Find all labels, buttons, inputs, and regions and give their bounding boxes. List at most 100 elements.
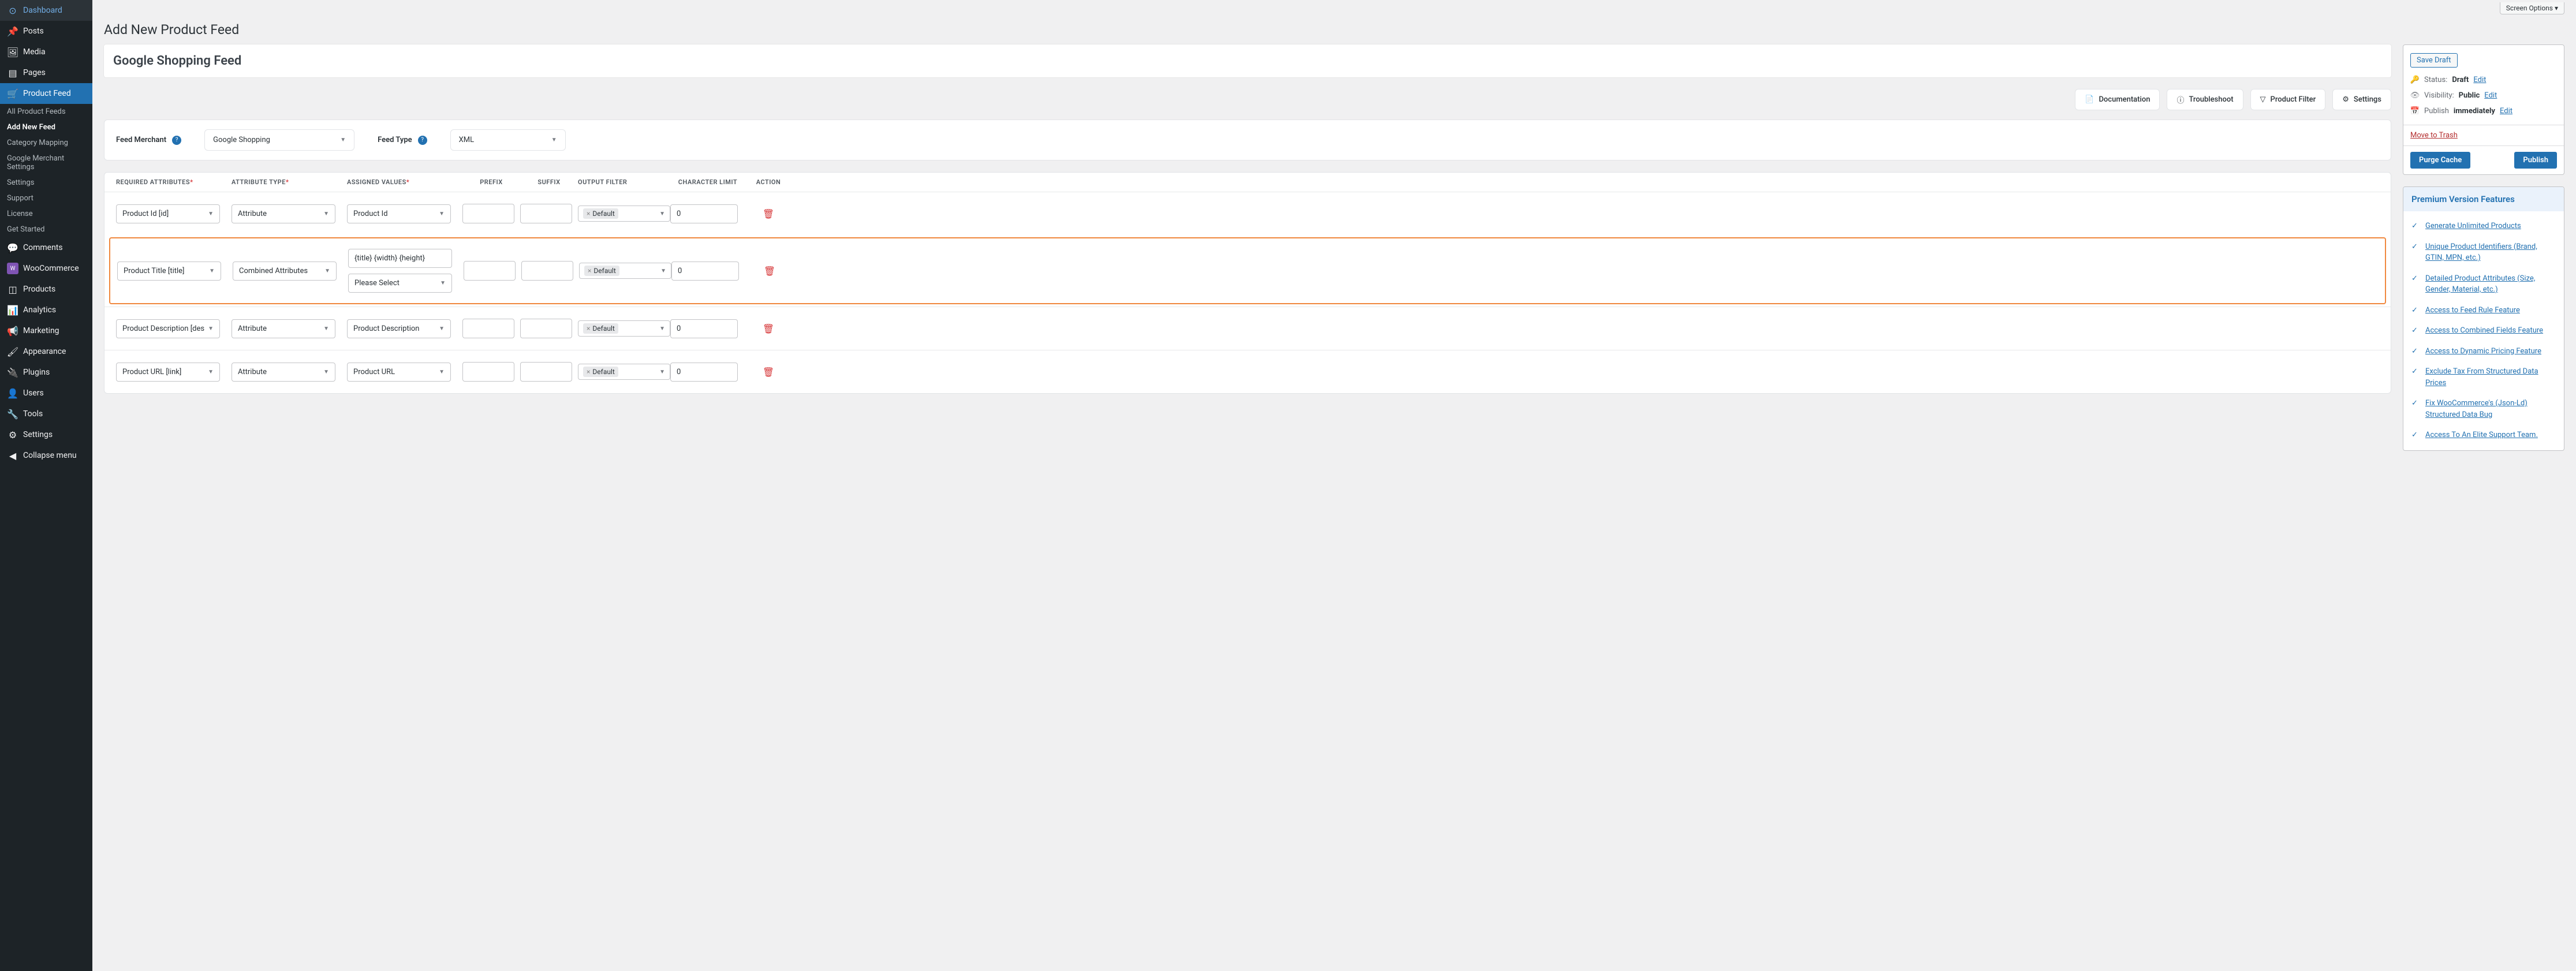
pages-icon: ▤ xyxy=(7,67,18,79)
prefix-input[interactable] xyxy=(462,204,514,223)
chevron-down-icon: ▼ xyxy=(551,137,557,143)
sidebar-item-dashboard[interactable]: ⊙Dashboard xyxy=(0,0,92,21)
assigned-value-select[interactable]: Product Id▼ xyxy=(347,204,451,223)
edit-visibility-link[interactable]: Edit xyxy=(2484,91,2497,100)
char-limit-input[interactable]: 0 xyxy=(670,363,738,382)
eye-icon: 👁 xyxy=(2410,91,2420,100)
calendar-icon: 📅 xyxy=(2410,107,2420,115)
feature-link[interactable]: Generate Unlimited Products xyxy=(2425,221,2521,232)
suffix-input[interactable] xyxy=(520,362,572,382)
main-content: Screen Options ▾ Add New Product Feed Go… xyxy=(92,0,2576,971)
feed-type-select[interactable]: XML▼ xyxy=(450,129,566,151)
feature-link[interactable]: Fix WooCommerce's (Json-Ld) Structured D… xyxy=(2425,398,2556,420)
help-icon[interactable]: ? xyxy=(418,136,427,145)
purge-cache-button[interactable]: Purge Cache xyxy=(2410,152,2470,169)
save-draft-button[interactable]: Save Draft xyxy=(2410,53,2458,68)
sidebar-item-marketing[interactable]: 📢Marketing xyxy=(0,320,92,341)
feature-link[interactable]: Unique Product Identifiers (Brand, GTIN,… xyxy=(2425,241,2556,264)
sub-google-merchant[interactable]: Google Merchant Settings xyxy=(0,151,92,175)
sidebar-item-media[interactable]: 🖼Media xyxy=(0,42,92,62)
sub-category-mapping[interactable]: Category Mapping xyxy=(0,135,92,151)
feature-link[interactable]: Access to Dynamic Pricing Feature xyxy=(2425,346,2541,357)
sidebar-item-comments[interactable]: 💬Comments xyxy=(0,237,92,258)
tools-icon: 🔧 xyxy=(7,408,18,420)
char-limit-input[interactable]: 0 xyxy=(671,262,739,281)
feature-link[interactable]: Access to Feed Rule Feature xyxy=(2425,305,2520,316)
required-attr-select[interactable]: Product Description [des▼ xyxy=(116,319,220,338)
sidebar-item-users[interactable]: 👤Users xyxy=(0,383,92,404)
sidebar-item-product-feed[interactable]: 🛒Product Feed xyxy=(0,83,92,104)
sidebar-item-appearance[interactable]: 🖌Appearance xyxy=(0,341,92,362)
feature-item: ✓Fix WooCommerce's (Json-Ld) Structured … xyxy=(2411,393,2556,425)
sub-settings[interactable]: Settings xyxy=(0,175,92,191)
attr-type-select[interactable]: Attribute▼ xyxy=(232,363,335,382)
char-limit-input[interactable]: 0 xyxy=(670,204,738,223)
output-filter-select[interactable]: ×Default▼ xyxy=(578,364,670,380)
required-attr-select[interactable]: Product Title [title]▼ xyxy=(117,262,221,281)
remove-tag-icon[interactable]: × xyxy=(587,324,590,333)
output-filter-select[interactable]: ×Default▼ xyxy=(578,320,670,337)
prefix-input[interactable] xyxy=(464,261,516,281)
remove-tag-icon[interactable]: × xyxy=(587,368,590,376)
documentation-button[interactable]: 📄Documentation xyxy=(2075,89,2160,110)
required-attr-select[interactable]: Product URL [link]▼ xyxy=(116,363,220,382)
sidebar-item-products[interactable]: ◫Products xyxy=(0,279,92,300)
attr-type-select[interactable]: Combined Attributes▼ xyxy=(233,262,337,281)
delete-row-button[interactable]: 🗑 xyxy=(745,323,792,334)
prefix-input[interactable] xyxy=(462,319,514,338)
premium-features-title: Premium Version Features xyxy=(2403,187,2564,211)
feature-link[interactable]: Access To An Elite Support Team. xyxy=(2425,430,2538,441)
remove-tag-icon[interactable]: × xyxy=(588,267,591,275)
sidebar-item-pages[interactable]: ▤Pages xyxy=(0,62,92,83)
publish-box: Save Draft 🔑Status: Draft Edit 👁Visibili… xyxy=(2403,44,2564,175)
assigned-value-select[interactable]: Product URL▼ xyxy=(347,363,451,382)
screen-options-tab[interactable]: Screen Options ▾ xyxy=(2500,2,2564,14)
attr-type-select[interactable]: Attribute▼ xyxy=(232,319,335,338)
product-filter-button[interactable]: ▽Product Filter xyxy=(2250,89,2326,110)
sidebar-item-plugins[interactable]: 🔌Plugins xyxy=(0,362,92,383)
feature-link[interactable]: Exclude Tax From Structured Data Prices xyxy=(2425,366,2556,389)
feed-merchant-select[interactable]: Google Shopping▼ xyxy=(204,129,354,151)
assigned-value-input[interactable]: {title} {width} {height} xyxy=(348,249,452,268)
sub-get-started[interactable]: Get Started xyxy=(0,222,92,237)
sidebar-item-collapse[interactable]: ◀Collapse menu xyxy=(0,445,92,466)
feed-config-row: Feed Merchant ? Google Shopping▼ Feed Ty… xyxy=(104,119,2391,160)
sidebar-item-posts[interactable]: 📌Posts xyxy=(0,21,92,42)
feed-type-label: Feed Type xyxy=(378,136,412,144)
settings-button[interactable]: ⚙Settings xyxy=(2332,89,2391,110)
troubleshoot-button[interactable]: ⓘTroubleshoot xyxy=(2167,89,2243,110)
sub-support[interactable]: Support xyxy=(0,191,92,206)
delete-row-button[interactable]: 🗑 xyxy=(745,367,792,378)
suffix-input[interactable] xyxy=(521,261,573,281)
sidebar-item-woocommerce[interactable]: WWooCommerce xyxy=(0,258,92,279)
publish-button[interactable]: Publish xyxy=(2514,152,2557,169)
suffix-input[interactable] xyxy=(520,204,572,223)
feature-item: ✓Access to Combined Fields Feature xyxy=(2411,320,2556,341)
assigned-value-select[interactable]: Please Select▼ xyxy=(348,274,452,293)
edit-schedule-link[interactable]: Edit xyxy=(2500,107,2512,115)
prefix-input[interactable] xyxy=(462,362,514,382)
premium-features-box: Premium Version Features ✓Generate Unlim… xyxy=(2403,186,2564,451)
sub-all-feeds[interactable]: All Product Feeds xyxy=(0,104,92,119)
feature-link[interactable]: Access to Combined Fields Feature xyxy=(2425,325,2543,337)
output-filter-select[interactable]: ×Default▼ xyxy=(578,206,670,222)
help-icon[interactable]: ? xyxy=(172,136,181,145)
assigned-value-select[interactable]: Product Description▼ xyxy=(347,319,451,338)
sub-add-new-feed[interactable]: Add New Feed xyxy=(0,119,92,135)
sidebar-item-analytics[interactable]: 📊Analytics xyxy=(0,300,92,320)
delete-row-button[interactable]: 🗑 xyxy=(746,266,793,277)
required-attr-select[interactable]: Product Id [id]▼ xyxy=(116,204,220,223)
sub-license[interactable]: License xyxy=(0,206,92,222)
char-limit-input[interactable]: 0 xyxy=(670,319,738,338)
sidebar-item-settings[interactable]: ⚙Settings xyxy=(0,424,92,445)
sidebar-item-tools[interactable]: 🔧Tools xyxy=(0,404,92,424)
move-to-trash-link[interactable]: Move to Trash xyxy=(2410,131,2458,140)
feature-link[interactable]: Detailed Product Attributes (Size, Gende… xyxy=(2425,273,2556,296)
remove-tag-icon[interactable]: × xyxy=(587,210,590,218)
delete-row-button[interactable]: 🗑 xyxy=(745,208,792,219)
th-limit: Character Limit xyxy=(670,178,745,186)
suffix-input[interactable] xyxy=(520,319,572,338)
attr-type-select[interactable]: Attribute▼ xyxy=(232,204,335,223)
edit-status-link[interactable]: Edit xyxy=(2473,76,2486,84)
output-filter-select[interactable]: ×Default▼ xyxy=(579,263,671,279)
